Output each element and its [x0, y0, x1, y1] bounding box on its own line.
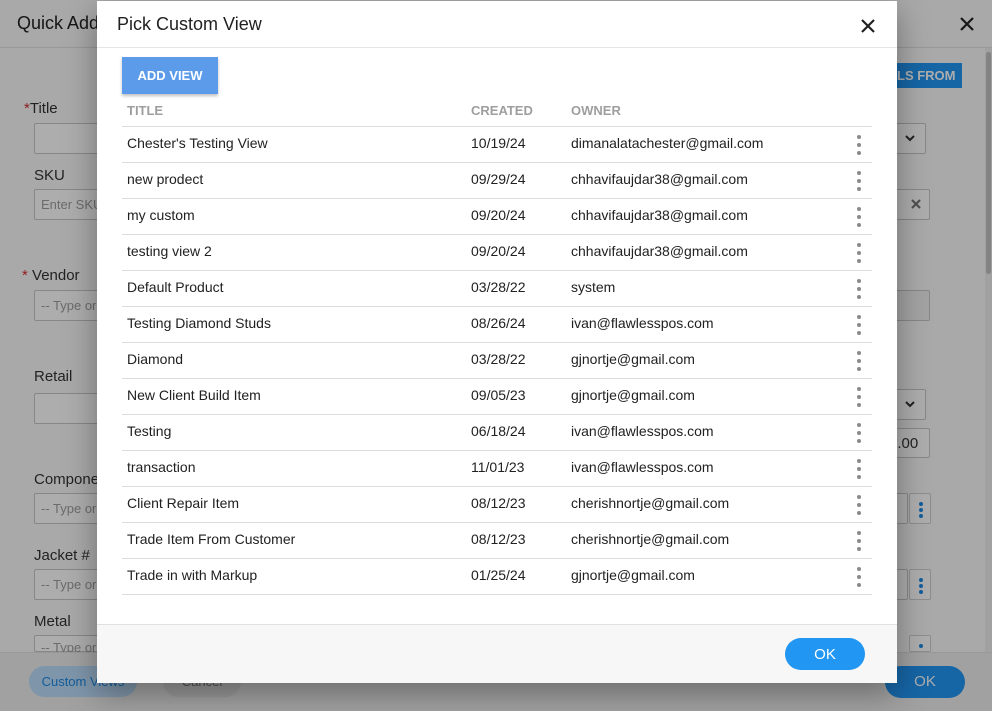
row-title: new prodect [127, 171, 204, 187]
row-owner: ivan@flawlesspos.com [571, 459, 714, 475]
table-row[interactable]: Testing Diamond Studs 08/26/24 ivan@flawle… [122, 307, 872, 343]
row-created: 09/05/23 [471, 387, 526, 403]
row-owner: ivan@flawlesspos.com [571, 423, 714, 439]
table-row[interactable]: Chester's Testing View 10/19/24 dimanalata… [122, 127, 872, 163]
row-title: Diamond [127, 351, 184, 367]
row-owner: cherishnortje@gmail.com [571, 531, 730, 547]
table-row[interactable]: Diamond 03/28/22 gjnortje@gmail.com [122, 343, 872, 379]
row-owner: dimanalatachester@gmail.com [571, 135, 764, 151]
table-row[interactable]: testing view 2 09/20/24 chhavifaujdar38@gm… [122, 235, 872, 271]
row-created: 06/18/24 [471, 423, 526, 439]
close-icon[interactable] [858, 16, 878, 36]
table-row[interactable]: transaction 11/01/23 ivan@flawlesspos.com [122, 451, 872, 487]
row-created: 01/25/24 [471, 567, 526, 583]
table-row[interactable]: my custom 09/20/24 chhavifaujdar38@gmail.c… [122, 199, 872, 235]
row-owner: chhavifaujdar38@gmail.com [571, 207, 748, 223]
row-owner: chhavifaujdar38@gmail.com [571, 171, 748, 187]
more-vert-icon[interactable] [853, 168, 865, 194]
row-title: Default Product [127, 279, 224, 295]
row-title: Client Repair Item [127, 495, 240, 511]
ok-button[interactable]: OK [785, 638, 865, 670]
row-title: Trade Item From Customer [127, 531, 296, 547]
more-vert-icon[interactable] [853, 564, 865, 590]
row-owner: gjnortje@gmail.com [571, 567, 695, 583]
row-title: Trade in with Markup [127, 567, 258, 583]
row-title: testing view 2 [127, 243, 212, 259]
table-row[interactable]: Trade Item From Customer 08/12/23 cherishn… [122, 523, 872, 559]
more-vert-icon[interactable] [853, 312, 865, 338]
row-title: transaction [127, 459, 196, 475]
row-created: 03/28/22 [471, 351, 526, 367]
dialog-header: Pick Custom View [97, 1, 897, 48]
row-title: Chester's Testing View [127, 135, 268, 151]
more-vert-icon[interactable] [853, 132, 865, 158]
row-created: 08/12/23 [471, 531, 526, 547]
table-header: TITLE CREATED OWNER [122, 98, 872, 127]
more-vert-icon[interactable] [853, 240, 865, 266]
table-row[interactable]: Default Product 03/28/22 system [122, 271, 872, 307]
table-row[interactable]: Client Repair Item 08/12/23 cherishnortje@… [122, 487, 872, 523]
more-vert-icon[interactable] [853, 420, 865, 446]
table-row[interactable]: New Client Build Item 09/05/23 gjnortje@gm… [122, 379, 872, 415]
row-title: my custom [127, 207, 195, 223]
row-owner: ivan@flawlesspos.com [571, 315, 714, 331]
add-view-button[interactable]: ADD VIEW [122, 57, 218, 94]
row-created: 09/20/24 [471, 243, 526, 259]
row-created: 03/28/22 [471, 279, 526, 295]
dialog-footer: OK [97, 624, 897, 683]
more-vert-icon[interactable] [853, 384, 865, 410]
row-created: 08/26/24 [471, 315, 526, 331]
column-header-title[interactable]: TITLE [127, 103, 163, 118]
dialog-title: Pick Custom View [117, 14, 262, 34]
row-created: 08/12/23 [471, 495, 526, 511]
row-owner: gjnortje@gmail.com [571, 351, 695, 367]
row-owner: gjnortje@gmail.com [571, 387, 695, 403]
row-title: New Client Build Item [127, 387, 261, 403]
column-header-created[interactable]: CREATED [471, 103, 533, 118]
row-created: 10/19/24 [471, 135, 526, 151]
column-header-owner[interactable]: OWNER [571, 103, 621, 118]
row-owner: system [571, 279, 616, 295]
row-title: Testing Diamond Studs [127, 315, 271, 331]
row-owner: cherishnortje@gmail.com [571, 495, 730, 511]
custom-views-table: TITLE CREATED OWNER Chester's Testing Vi… [122, 98, 872, 595]
more-vert-icon[interactable] [853, 456, 865, 482]
row-created: 09/29/24 [471, 171, 526, 187]
table-row[interactable]: Trade in with Markup 01/25/24 gjnortje@gma… [122, 559, 872, 595]
pick-custom-view-dialog: Pick Custom View ADD VIEW TITLE CREATED … [97, 1, 897, 683]
more-vert-icon[interactable] [853, 204, 865, 230]
more-vert-icon[interactable] [853, 492, 865, 518]
more-vert-icon[interactable] [853, 276, 865, 302]
table-row[interactable]: Testing 06/18/24 ivan@flawlesspos.com [122, 415, 872, 451]
row-created: 09/20/24 [471, 207, 526, 223]
table-row[interactable]: new prodect 09/29/24 chhavifaujdar38@gmail… [122, 163, 872, 199]
more-vert-icon[interactable] [853, 528, 865, 554]
more-vert-icon[interactable] [853, 348, 865, 374]
row-created: 11/01/23 [471, 459, 525, 475]
table-body: Chester's Testing View 10/19/24 dimanalata… [122, 127, 872, 595]
row-owner: chhavifaujdar38@gmail.com [571, 243, 748, 259]
row-title: Testing [127, 423, 172, 439]
